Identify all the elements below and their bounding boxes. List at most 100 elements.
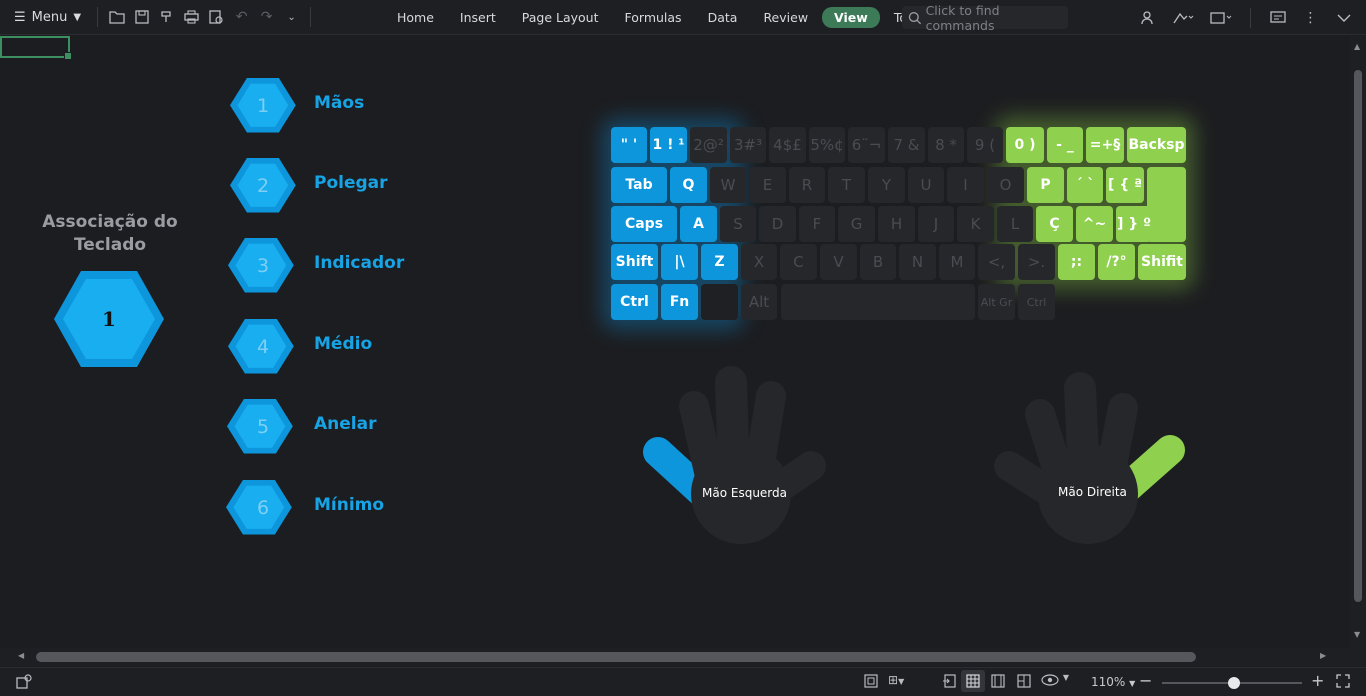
selected-number: 1 bbox=[102, 307, 116, 331]
finger-label: Mínimo bbox=[314, 495, 385, 515]
finger-number: 5 bbox=[256, 416, 270, 438]
toolbar-right-group: ⋮ bbox=[1135, 0, 1356, 35]
print-icon[interactable] bbox=[179, 5, 204, 30]
redo-icon[interactable]: ↷ bbox=[254, 5, 279, 30]
finger-label: Indicador bbox=[314, 253, 405, 273]
tab-formulas[interactable]: Formulas bbox=[613, 7, 694, 28]
open-folder-icon[interactable] bbox=[104, 5, 129, 30]
command-search-input[interactable]: Click to find commands bbox=[902, 3, 1068, 33]
export-icon[interactable] bbox=[1206, 5, 1236, 30]
read-mode-icon[interactable] bbox=[942, 674, 956, 691]
format-painter-icon[interactable] bbox=[154, 5, 179, 30]
horizontal-scroll-thumb[interactable] bbox=[36, 652, 1196, 662]
zoom-out-icon[interactable]: − bbox=[1139, 671, 1152, 690]
finger-label: Mãos bbox=[314, 93, 365, 113]
key: " ' bbox=[611, 127, 647, 163]
print-preview-icon[interactable] bbox=[204, 5, 229, 30]
tab-data[interactable]: Data bbox=[696, 7, 750, 28]
key: /?° bbox=[1098, 244, 1135, 280]
share-icon[interactable] bbox=[1168, 5, 1198, 30]
key: 8 * bbox=[928, 127, 964, 163]
page-break-preview-icon[interactable] bbox=[1017, 674, 1031, 691]
left-hand-label: Mão Esquerda bbox=[702, 486, 787, 500]
key: Y bbox=[868, 167, 905, 203]
key: 9 ( bbox=[967, 127, 1003, 163]
key: Shift bbox=[611, 244, 658, 280]
scroll-down-icon[interactable]: ▼ bbox=[1354, 630, 1360, 639]
key: 2@² bbox=[690, 127, 727, 163]
key: 0 ) bbox=[1006, 127, 1044, 163]
scroll-up-icon[interactable]: ▲ bbox=[1354, 42, 1360, 51]
key: B bbox=[860, 244, 896, 280]
key: O bbox=[987, 167, 1024, 203]
key: Caps bbox=[611, 206, 677, 242]
key: 3#³ bbox=[730, 127, 766, 163]
spreadsheet-canvas[interactable]: Associação do Teclado 1 1 Mãos 2 Polegar… bbox=[0, 36, 1350, 648]
comment-icon[interactable] bbox=[1265, 5, 1290, 30]
hamburger-icon: ☰ bbox=[14, 9, 26, 25]
finger-number: 3 bbox=[256, 255, 270, 277]
menu-button[interactable]: ☰ Menu ▼ bbox=[0, 0, 91, 35]
eye-protection-icon[interactable]: ▼ bbox=[1041, 673, 1069, 690]
tab-view[interactable]: View bbox=[822, 7, 880, 28]
key: Ç bbox=[1036, 206, 1073, 242]
finger-item: 3 Indicador bbox=[226, 237, 486, 297]
key: Ctrl bbox=[1018, 284, 1055, 320]
finger-item: 1 Mãos bbox=[226, 77, 486, 137]
key: <, bbox=[978, 244, 1015, 280]
tab-insert[interactable]: Insert bbox=[448, 7, 508, 28]
horizontal-scrollbar[interactable]: ◀ ▶ bbox=[0, 648, 1366, 666]
key: Q bbox=[670, 167, 707, 203]
scroll-right-icon[interactable]: ▶ bbox=[1320, 651, 1326, 660]
right-hand-label: Mão Direita bbox=[1058, 485, 1127, 499]
fullscreen-icon[interactable] bbox=[1336, 674, 1350, 691]
zoom-slider-handle[interactable] bbox=[1228, 677, 1240, 689]
macro-record-icon[interactable] bbox=[16, 674, 32, 693]
more-options-icon[interactable]: ⋮ bbox=[1298, 5, 1323, 30]
page-break-icon[interactable] bbox=[864, 674, 878, 691]
search-icon bbox=[908, 11, 922, 24]
key: L bbox=[997, 206, 1033, 242]
customize-toolbar-icon[interactable]: ⌄ bbox=[279, 5, 304, 30]
search-placeholder: Click to find commands bbox=[925, 2, 1000, 33]
key: E bbox=[749, 167, 786, 203]
vertical-scrollbar[interactable]: ▲ ▼ bbox=[1350, 36, 1366, 648]
key: A bbox=[680, 206, 717, 242]
toolbar-divider bbox=[97, 7, 99, 27]
key: Alt Gr bbox=[978, 284, 1015, 320]
key: M bbox=[939, 244, 975, 280]
tab-review[interactable]: Review bbox=[751, 7, 820, 28]
key: Tab bbox=[611, 167, 667, 203]
key: 4$£ bbox=[769, 127, 806, 163]
key: ] } º bbox=[1116, 206, 1152, 242]
finger-item: 4 Médio bbox=[226, 318, 486, 378]
selected-cell[interactable] bbox=[0, 36, 72, 60]
key bbox=[701, 284, 738, 320]
finger-item: 6 Mínimo bbox=[226, 479, 486, 539]
zoom-in-icon[interactable]: + bbox=[1311, 671, 1324, 690]
tab-page-layout[interactable]: Page Layout bbox=[510, 7, 611, 28]
key: Ctrl bbox=[611, 284, 658, 320]
save-icon[interactable] bbox=[129, 5, 154, 30]
finger-item: 2 Polegar bbox=[226, 157, 486, 217]
page-layout-view-icon[interactable] bbox=[991, 674, 1005, 691]
zoom-level[interactable]: 110% ▼ bbox=[1091, 675, 1135, 689]
collapse-ribbon-icon[interactable] bbox=[1331, 5, 1356, 30]
key: Fn bbox=[661, 284, 698, 320]
normal-view-icon[interactable] bbox=[961, 670, 985, 692]
key: N bbox=[899, 244, 936, 280]
freeze-panes-icon[interactable]: ⊞▼ bbox=[888, 673, 904, 687]
right-hand-illustration bbox=[994, 372, 1185, 544]
status-bar: ⊞▼ ▼ 110% ▼ − + bbox=[0, 667, 1366, 696]
tab-home[interactable]: Home bbox=[385, 7, 446, 28]
menu-label: Menu bbox=[31, 9, 68, 25]
undo-icon[interactable]: ↶ bbox=[229, 5, 254, 30]
key: S bbox=[720, 206, 756, 242]
zoom-slider[interactable] bbox=[1162, 677, 1302, 689]
toolbar-divider bbox=[1250, 7, 1251, 28]
vertical-scroll-thumb[interactable] bbox=[1354, 70, 1362, 602]
key: ^~ bbox=[1076, 206, 1113, 242]
key: U bbox=[908, 167, 944, 203]
scroll-left-icon[interactable]: ◀ bbox=[18, 651, 24, 660]
add-user-icon[interactable] bbox=[1135, 5, 1160, 30]
